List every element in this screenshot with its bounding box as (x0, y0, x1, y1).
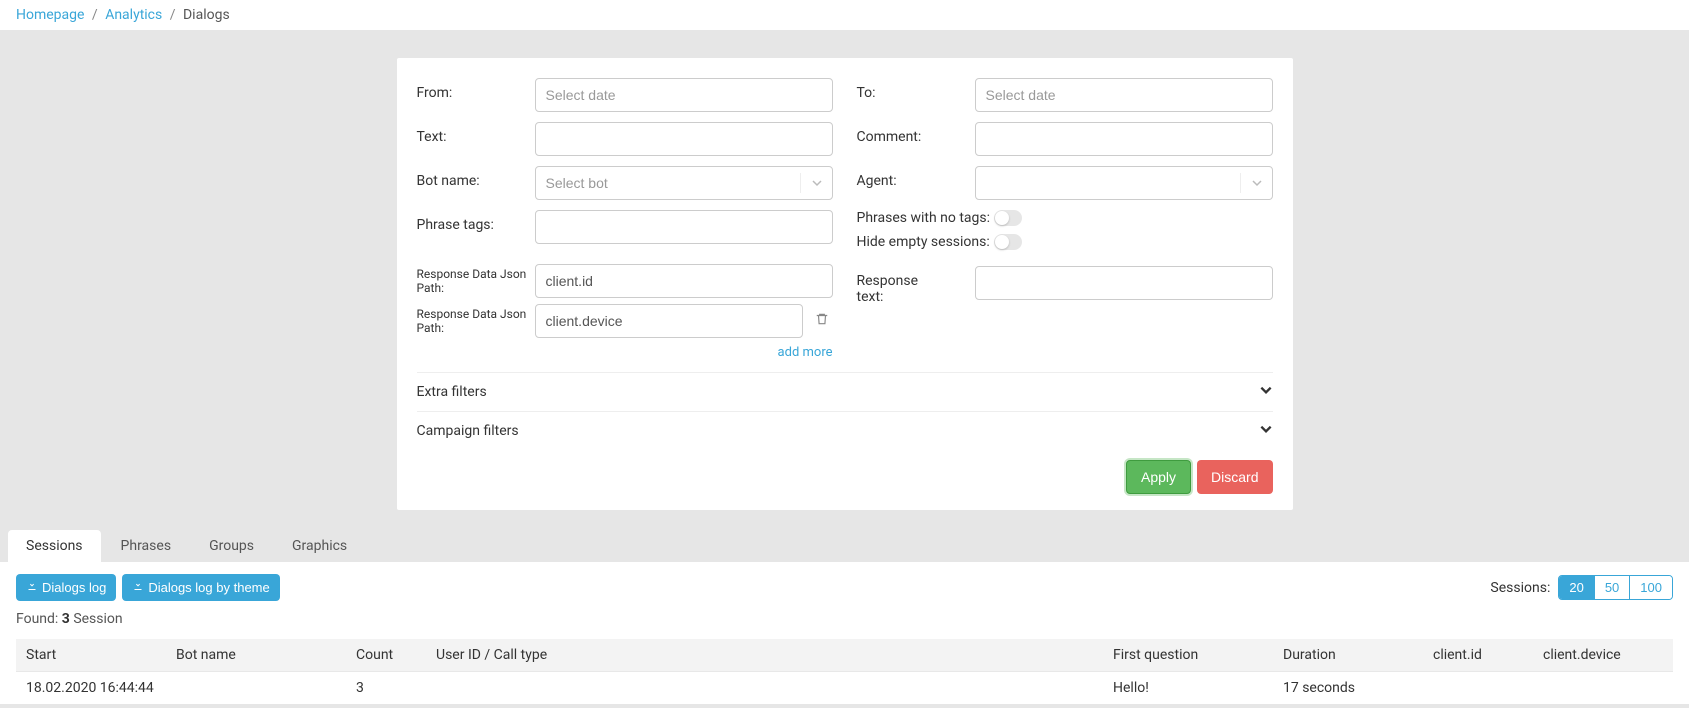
response-json-label-1: Response Data Json Path: (417, 267, 527, 296)
tab-graphics[interactable]: Graphics (274, 530, 365, 562)
page-size-50[interactable]: 50 (1595, 576, 1630, 599)
to-label: To: (857, 78, 975, 101)
tab-phrases[interactable]: Phrases (103, 530, 190, 562)
cell-count: 3 (346, 672, 426, 705)
cell-client-device (1533, 672, 1673, 705)
response-text-label: Response text: (857, 266, 929, 305)
cell-first-question: Hello! (1103, 672, 1273, 705)
dialogs-log-theme-label: Dialogs log by theme (148, 580, 269, 595)
breadcrumb-analytics[interactable]: Analytics (105, 7, 162, 23)
from-date-input[interactable] (535, 78, 833, 112)
to-date-input[interactable] (975, 78, 1273, 112)
botname-label: Bot name: (417, 166, 535, 189)
filter-panel: From: Text: Bot name: Phrase tags: (397, 58, 1293, 510)
chevron-down-icon (1259, 422, 1273, 440)
col-client-id[interactable]: client.id (1423, 639, 1533, 672)
found-suffix: Session (70, 611, 123, 627)
found-count: 3 (62, 611, 70, 627)
cell-user-id (426, 672, 1103, 705)
table-row[interactable]: 18.02.2020 16:44:44 3 Hello! 17 seconds (16, 672, 1673, 705)
cell-bot-name (166, 672, 346, 705)
dialogs-log-label: Dialogs log (42, 580, 106, 595)
agent-label: Agent: (857, 166, 975, 189)
table-header-row: Start Bot name Count User ID / Call type… (16, 639, 1673, 672)
breadcrumb-current: Dialogs (183, 7, 230, 23)
phrases-no-tags-toggle[interactable] (994, 210, 1022, 226)
results-table: Start Bot name Count User ID / Call type… (16, 639, 1673, 704)
sessions-label: Sessions: (1490, 580, 1550, 596)
text-input[interactable] (535, 122, 833, 156)
download-icon (132, 580, 144, 595)
campaign-filters-label: Campaign filters (417, 423, 519, 439)
tab-sessions[interactable]: Sessions (8, 530, 101, 562)
response-json-input-2[interactable] (535, 304, 803, 338)
cell-duration: 17 seconds (1273, 672, 1423, 705)
tab-groups[interactable]: Groups (191, 530, 272, 562)
hide-empty-toggle[interactable] (994, 234, 1022, 250)
cell-start: 18.02.2020 16:44:44 (16, 672, 166, 705)
breadcrumb: Homepage / Analytics / Dialogs (0, 0, 1689, 30)
page-size-20[interactable]: 20 (1559, 576, 1594, 599)
response-text-input[interactable] (975, 266, 1273, 300)
trash-icon[interactable] (811, 308, 833, 334)
col-bot-name[interactable]: Bot name (166, 639, 346, 672)
discard-button[interactable]: Discard (1197, 460, 1272, 494)
col-client-device[interactable]: client.device (1533, 639, 1673, 672)
comment-input[interactable] (975, 122, 1273, 156)
text-label: Text: (417, 122, 535, 145)
col-count[interactable]: Count (346, 639, 426, 672)
agent-select[interactable] (975, 166, 1273, 200)
col-user-id[interactable]: User ID / Call type (426, 639, 1103, 672)
found-line: Found: 3 Session (16, 611, 1673, 627)
from-label: From: (417, 78, 535, 101)
results-panel: Dialogs log Dialogs log by theme Session… (0, 562, 1689, 704)
extra-filters-label: Extra filters (417, 384, 487, 400)
campaign-filters-accordion[interactable]: Campaign filters (417, 411, 1273, 450)
add-more-link[interactable]: add more (778, 345, 833, 360)
hide-empty-label: Hide empty sessions: (857, 234, 990, 250)
phrase-tags-label: Phrase tags: (417, 210, 535, 233)
filter-col-right: To: Comment: Agent: Phrases with no tags… (857, 78, 1273, 372)
chevron-down-icon (1259, 383, 1273, 401)
col-start[interactable]: Start (16, 639, 166, 672)
dialogs-log-theme-button[interactable]: Dialogs log by theme (122, 574, 279, 601)
filter-col-left: From: Text: Bot name: Phrase tags: (417, 78, 833, 372)
page-size-100[interactable]: 100 (1630, 576, 1672, 599)
comment-label: Comment: (857, 122, 975, 145)
cell-client-id (1423, 672, 1533, 705)
found-prefix: Found: (16, 611, 62, 627)
page-size-segment: 20 50 100 (1558, 575, 1673, 600)
tabs: Sessions Phrases Groups Graphics (0, 530, 1689, 562)
phrases-no-tags-label: Phrases with no tags: (857, 210, 991, 226)
breadcrumb-homepage[interactable]: Homepage (16, 7, 84, 23)
apply-button[interactable]: Apply (1126, 460, 1191, 494)
breadcrumb-separator: / (92, 7, 98, 23)
col-duration[interactable]: Duration (1273, 639, 1423, 672)
col-first-question[interactable]: First question (1103, 639, 1273, 672)
response-json-input-1[interactable] (535, 264, 833, 298)
dialogs-log-button[interactable]: Dialogs log (16, 574, 116, 601)
extra-filters-accordion[interactable]: Extra filters (417, 372, 1273, 411)
download-icon (26, 580, 38, 595)
botname-select[interactable] (535, 166, 833, 200)
response-json-label-2: Response Data Json Path: (417, 307, 527, 336)
breadcrumb-separator: / (170, 7, 176, 23)
phrase-tags-input[interactable] (535, 210, 833, 244)
